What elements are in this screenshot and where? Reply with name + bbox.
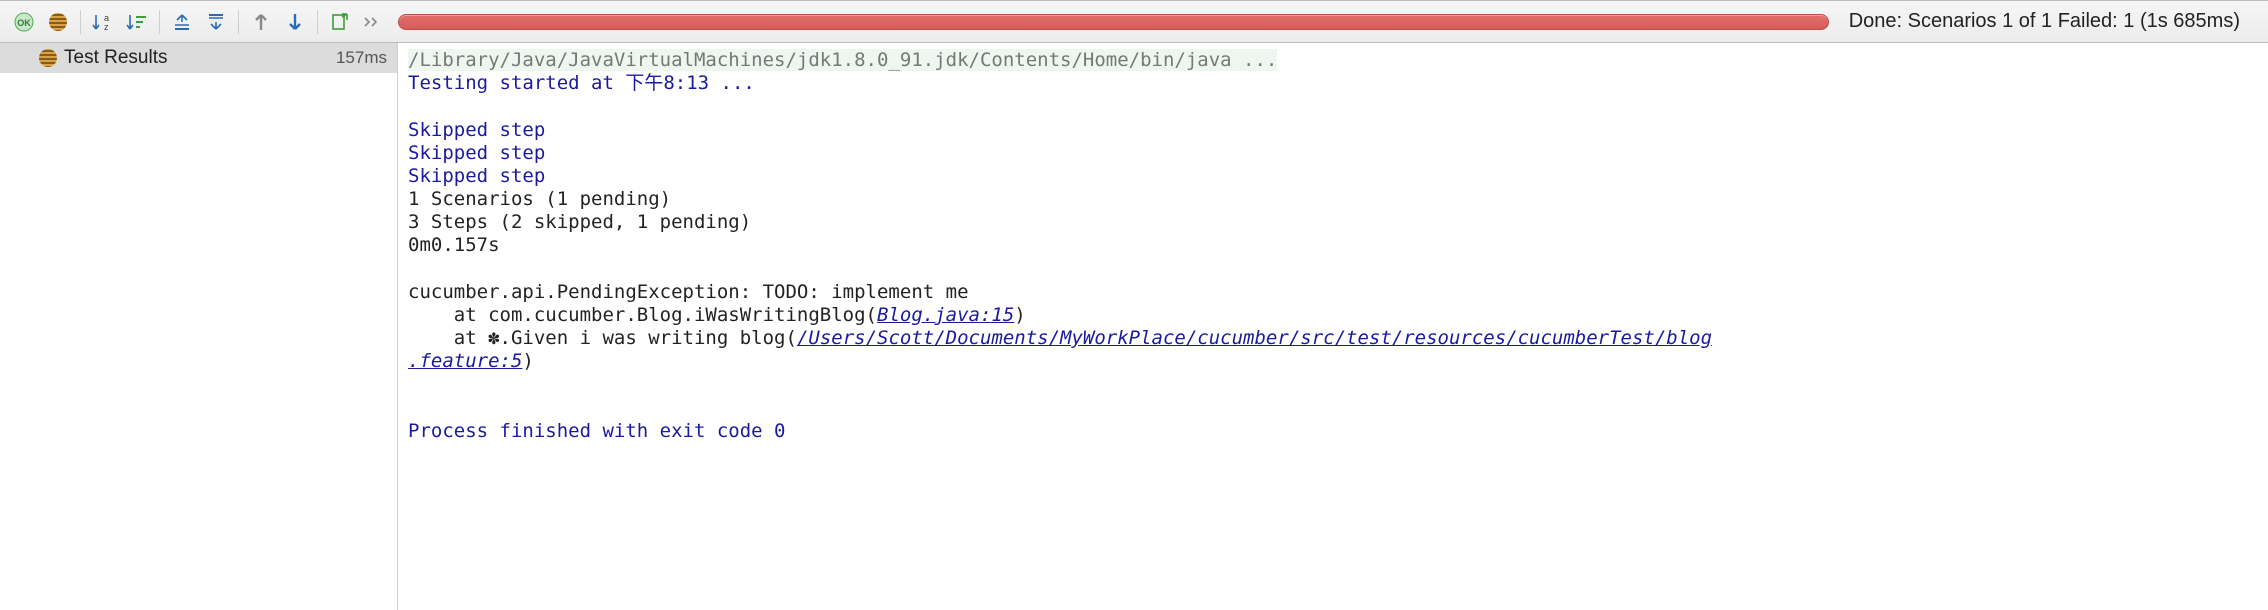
console-output[interactable]: /Library/Java/JavaVirtualMachines/jdk1.8… [398, 43, 2268, 610]
export-icon [330, 12, 350, 32]
tree-root-label: Test Results [64, 47, 167, 69]
console-started: Testing started at 下午8:13 ... [408, 72, 755, 94]
tree-root-row[interactable]: Test Results 157ms [0, 43, 397, 73]
sort-duration-button[interactable] [121, 7, 153, 37]
show-passed-button[interactable]: OK [8, 7, 40, 37]
test-runner-panel: OK a z [0, 0, 2268, 610]
progress-bar [398, 14, 1829, 30]
test-tree[interactable]: Test Results 157ms [0, 43, 398, 610]
next-failed-button[interactable] [279, 7, 311, 37]
progress-container [398, 14, 1829, 30]
tree-root-duration: 157ms [336, 48, 387, 68]
export-results-button[interactable] [324, 7, 356, 37]
chevron-right-double-icon [363, 17, 381, 27]
console-line: Skipped step [408, 165, 545, 187]
sort-alpha-button[interactable]: a z [87, 7, 119, 37]
toolbar-separator [80, 10, 81, 34]
arrow-down-icon [286, 12, 304, 32]
console-line: 0m0.157s [408, 234, 500, 256]
console-cmd: /Library/Java/JavaVirtualMachines/jdk1.8… [408, 49, 1277, 71]
toolbar-overflow-button[interactable] [358, 7, 386, 37]
stack-link[interactable]: /Users/Scott/Documents/MyWorkPlace/cucum… [797, 327, 1712, 349]
svg-text:z: z [104, 22, 109, 32]
expand-all-button[interactable] [166, 7, 198, 37]
collapse-all-button[interactable] [200, 7, 232, 37]
sort-alpha-icon: a z [92, 12, 114, 32]
cucumber-icon [38, 48, 58, 68]
expand-all-icon [172, 12, 192, 32]
status-text: Done: Scenarios 1 of 1 Failed: 1 (1s 685… [1849, 10, 2260, 33]
toolbar-separator [159, 10, 160, 34]
console-line: Skipped step [408, 119, 545, 141]
toolbar-separator [317, 10, 318, 34]
console-line: Skipped step [408, 142, 545, 164]
toolbar-separator [238, 10, 239, 34]
test-toolbar: OK a z [0, 1, 2268, 43]
striped-circle-icon [48, 12, 68, 32]
ok-badge-icon: OK [14, 12, 34, 32]
stack-link[interactable]: Blog.java:15 [877, 304, 1014, 326]
stack-link-cont[interactable]: .feature:5 [408, 350, 522, 372]
console-line: 3 Steps (2 skipped, 1 pending) [408, 211, 751, 233]
collapse-all-icon [206, 12, 226, 32]
svg-text:OK: OK [17, 18, 31, 28]
console-exception: cucumber.api.PendingException: TODO: imp… [408, 281, 969, 303]
main-area: Test Results 157ms /Library/Java/JavaVir… [0, 43, 2268, 610]
arrow-up-icon [252, 12, 270, 32]
console-exit: Process finished with exit code 0 [408, 420, 786, 442]
console-stack-line: at ✽.Given i was writing blog(/Users/Sco… [408, 327, 1712, 349]
prev-failed-button[interactable] [245, 7, 277, 37]
console-line: 1 Scenarios (1 pending) [408, 188, 671, 210]
show-ignored-button[interactable] [42, 7, 74, 37]
console-stack-line: at com.cucumber.Blog.iWasWritingBlog(Blo… [408, 304, 1026, 326]
sort-duration-icon [126, 12, 148, 32]
